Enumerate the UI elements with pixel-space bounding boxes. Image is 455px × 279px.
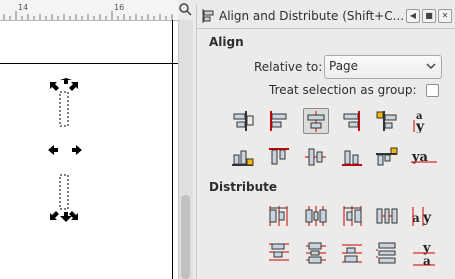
relative-to-value: Page (329, 59, 359, 73)
collapse-left-icon[interactable]: ◀ (406, 9, 420, 23)
svg-text:ya: ya (411, 150, 429, 165)
treat-group-label: Treat selection as group: (269, 83, 417, 97)
distribute-text-anchors-horizontal-icon[interactable]: ay (410, 203, 436, 229)
ruler-label: 16 (114, 3, 125, 12)
align-left-edges-to-right-icon[interactable] (374, 108, 400, 134)
rotate-handles[interactable] (46, 143, 86, 157)
page-border-right (172, 20, 173, 279)
selected-object-bottom[interactable] (46, 172, 86, 224)
center-on-vertical-axis-icon[interactable] (303, 108, 329, 134)
panel-titlebar: Align and Distribute (Shift+C... ◀ ■ ✕ (197, 4, 455, 29)
distribute-right-edges-icon[interactable] (339, 203, 365, 229)
align-bottom-edges-icon[interactable] (339, 144, 365, 170)
scrollbar-thumb[interactable] (181, 195, 190, 279)
align-right-edges-to-left-icon[interactable] (230, 108, 256, 134)
page-border-top (0, 63, 178, 64)
treat-group-checkbox[interactable] (426, 84, 439, 97)
panel-title: Align and Distribute (Shift+C... (219, 9, 405, 23)
align-left-edges-icon[interactable] (266, 108, 292, 134)
iconify-icon[interactable]: ■ (422, 9, 436, 23)
ruler-label: 14 (18, 3, 29, 12)
distribute-baselines-vertical-icon[interactable]: ya (410, 240, 436, 267)
close-icon[interactable]: ✕ (438, 9, 452, 23)
align-distribute-panel: Align and Distribute (Shift+C... ◀ ■ ✕ A… (196, 4, 455, 279)
align-bottom-to-top-anchor-icon[interactable] (374, 144, 400, 170)
distribute-gaps-vertical-icon[interactable] (374, 240, 400, 266)
distribute-centers-vertical-icon[interactable] (303, 240, 329, 266)
distribute-bottom-edges-icon[interactable] (339, 240, 365, 266)
distribute-left-edges-icon[interactable] (266, 203, 292, 229)
relative-to-select[interactable]: Page (324, 55, 442, 79)
align-top-edges-icon[interactable] (266, 144, 292, 170)
distribute-gaps-horizontal-icon[interactable] (374, 203, 400, 229)
zoom-icon[interactable] (178, 2, 192, 16)
drawing-canvas[interactable]: 14 16 (0, 0, 178, 279)
center-on-horizontal-axis-icon[interactable] (303, 144, 329, 170)
align-top-to-bottom-anchor-icon[interactable] (230, 144, 256, 170)
relative-to-label: Relative to: (254, 60, 323, 74)
align-baselines-icon[interactable]: ya (410, 144, 437, 170)
chevron-down-icon (426, 63, 436, 70)
align-text-anchors-vertical-icon[interactable]: ay (410, 108, 436, 134)
selected-object-top[interactable] (46, 78, 86, 134)
distribute-top-edges-icon[interactable] (266, 240, 292, 266)
distribute-section-title: Distribute (209, 180, 277, 194)
vertical-scrollbar[interactable] (178, 20, 193, 279)
horizontal-ruler: 14 16 (0, 0, 178, 21)
align-section-title: Align (209, 35, 244, 49)
svg-text:y: y (415, 119, 425, 133)
align-panel-icon (202, 9, 214, 23)
distribute-centers-horizontal-icon[interactable] (303, 203, 329, 229)
align-right-edges-icon[interactable] (339, 108, 365, 134)
